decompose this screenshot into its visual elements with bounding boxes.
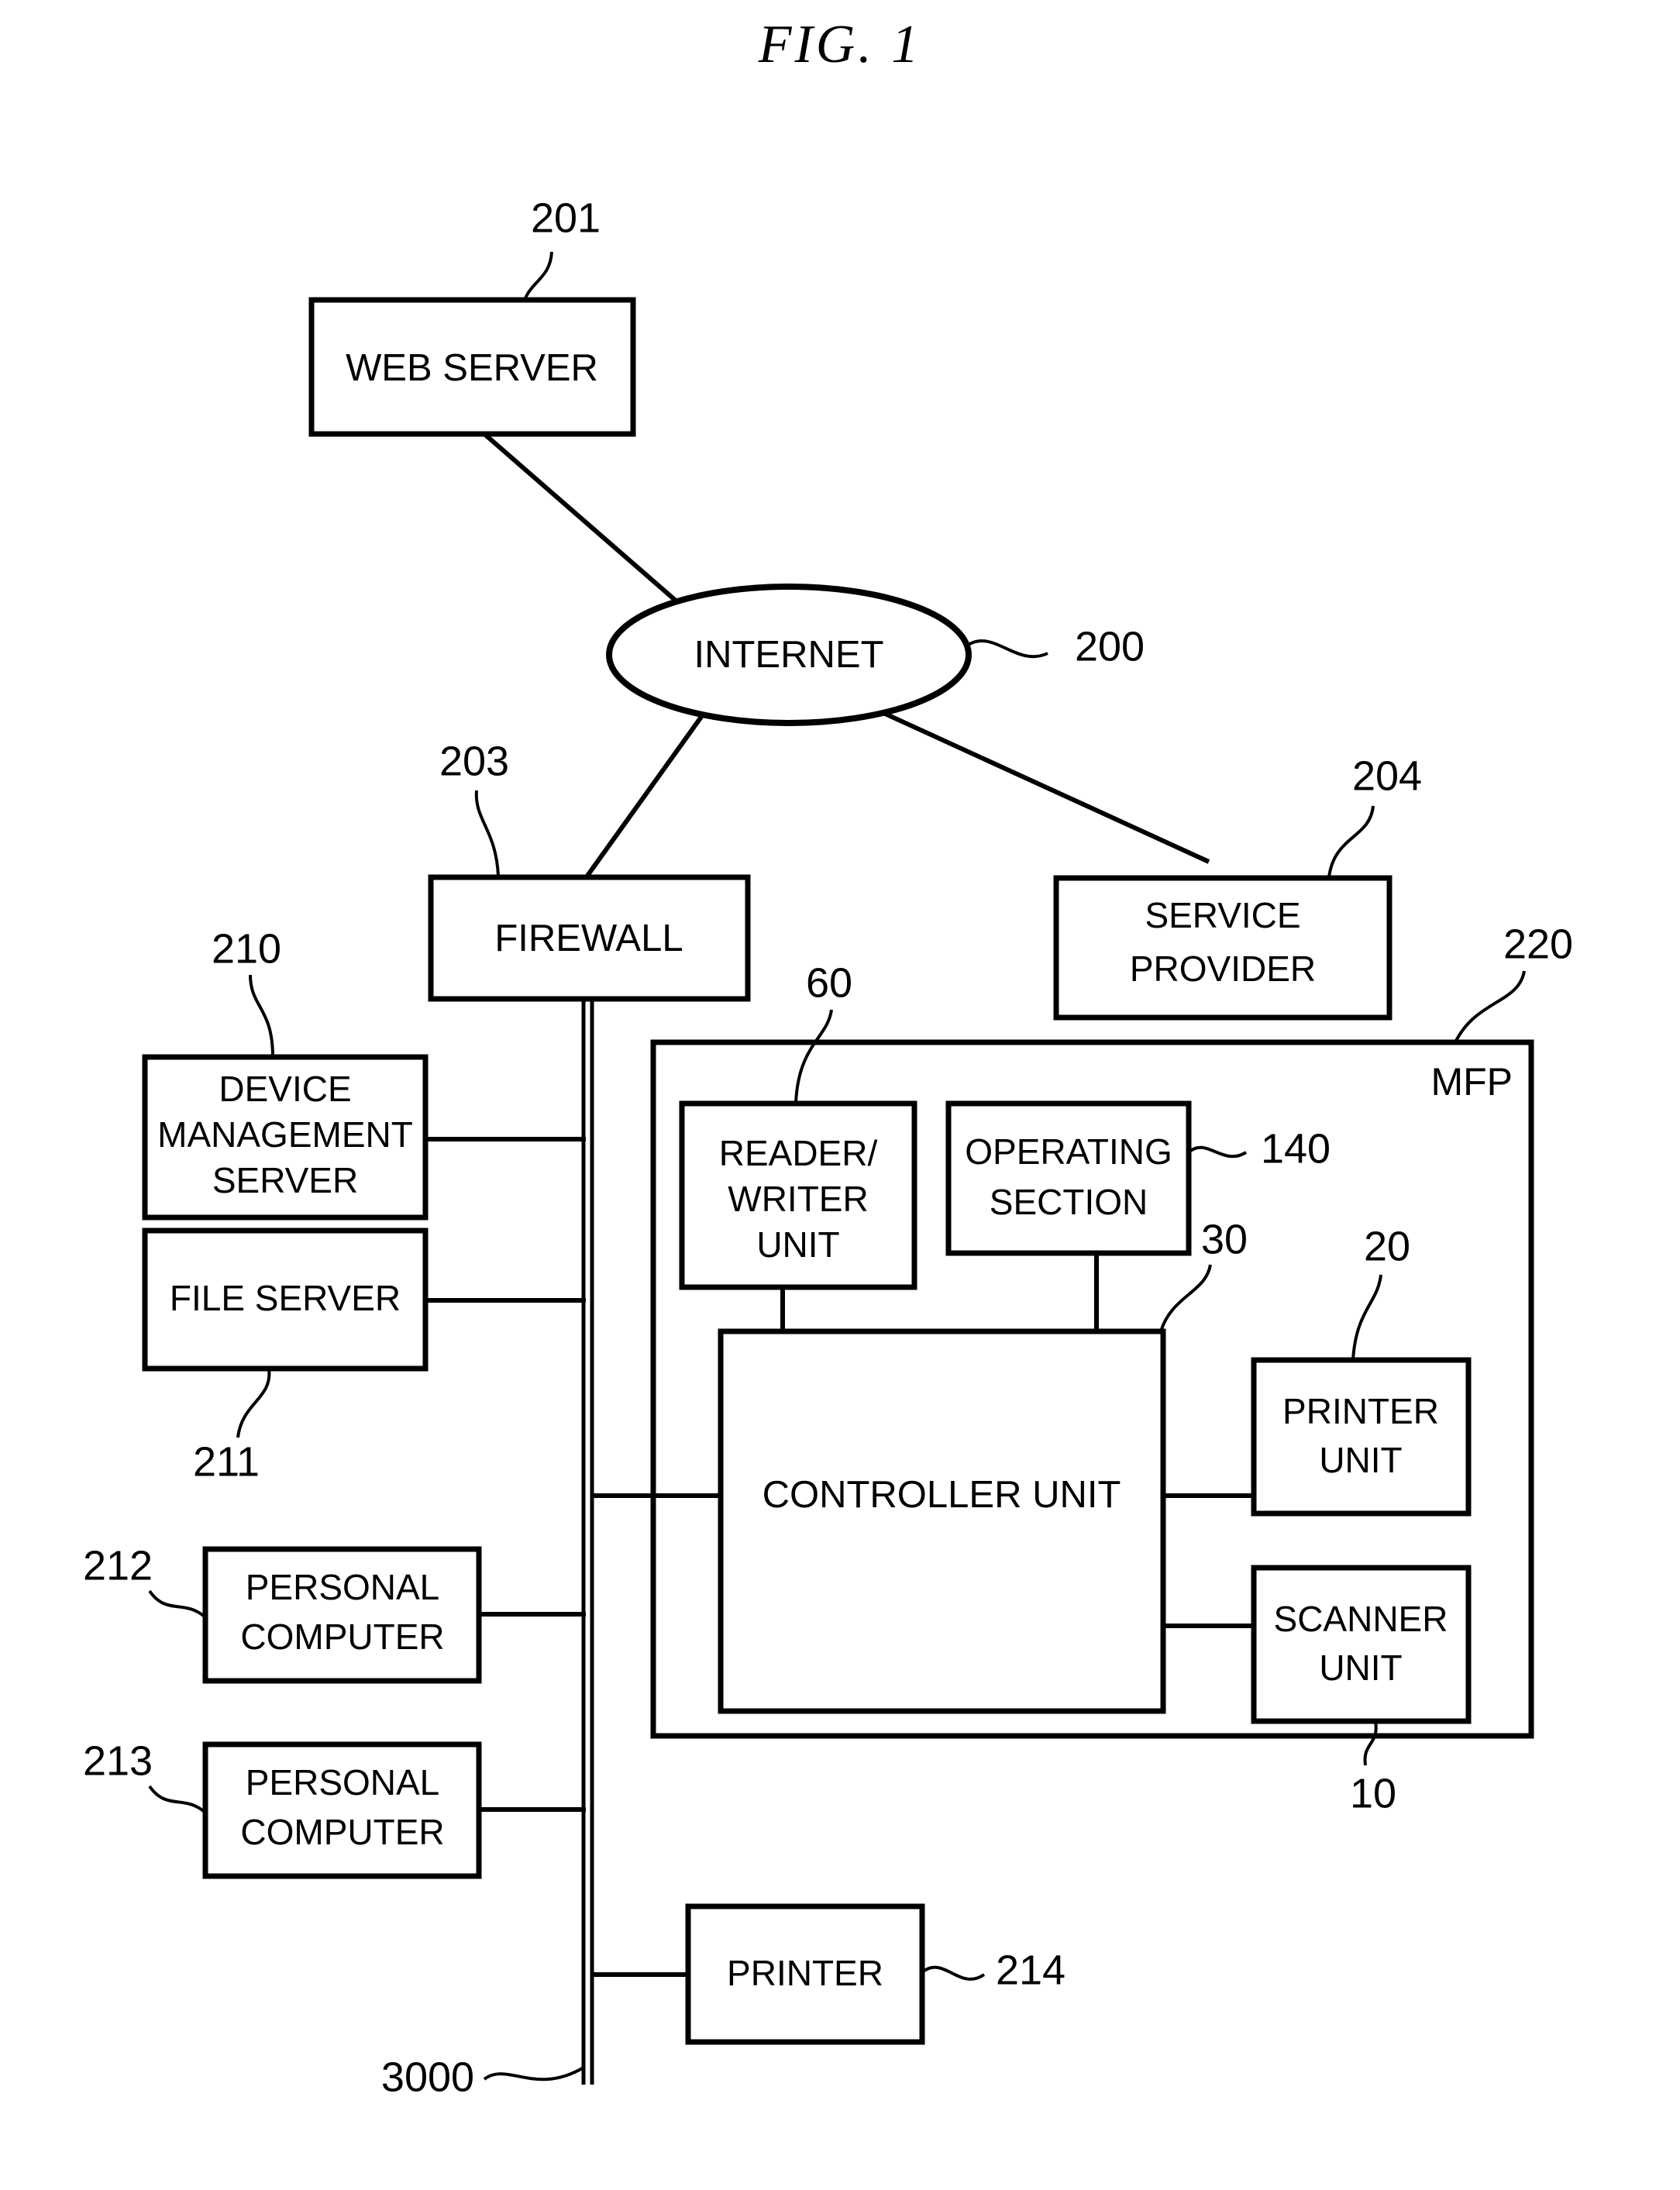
link-internet-to-firewall	[585, 715, 704, 877]
network-system-diagram: MFP WEB SERVER INTERNET FIREWALL SERVICE…	[83, 195, 1573, 2100]
node-printer-unit[interactable]: PRINTER UNIT	[1251, 1357, 1472, 1517]
node-personal-computer-2[interactable]: PERSONAL COMPUTER	[202, 1741, 482, 1879]
printer-unit-label-line2: UNIT	[1319, 1440, 1402, 1480]
ref-203: 203	[439, 738, 509, 876]
link-internet-to-service-provider	[882, 711, 1210, 864]
reader-writer-unit-label-line3: UNIT	[756, 1224, 839, 1265]
personal-computer-1-label-line1: PERSONAL	[246, 1567, 440, 1607]
firewall-label: FIREWALL	[494, 918, 683, 959]
web-server-label: WEB SERVER	[346, 347, 598, 389]
scanner-unit-label-line2: UNIT	[1319, 1648, 1402, 1688]
network-bus-3000	[581, 998, 594, 2085]
node-internet[interactable]: INTERNET	[606, 584, 972, 726]
personal-computer-2-label-line1: PERSONAL	[246, 1762, 440, 1803]
ref-3000-label: 3000	[381, 2054, 474, 2100]
device-management-server-label-line2: MANAGEMENT	[157, 1114, 413, 1155]
printer-label: PRINTER	[727, 1953, 883, 1993]
figure-root: FIG. 1 MFP WEB SERVER INTERNET FIREWALL …	[0, 0, 1680, 2190]
node-controller-unit[interactable]: CONTROLLER UNIT	[718, 1328, 1166, 1714]
ref-60: 60	[794, 959, 852, 1104]
node-scanner-unit[interactable]: SCANNER UNIT	[1251, 1565, 1472, 1724]
reader-writer-unit-label-line2: WRITER	[728, 1179, 868, 1219]
ref-10-label: 10	[1350, 1770, 1396, 1816]
node-service-provider[interactable]: SERVICE PROVIDER	[1053, 875, 1393, 1021]
internet-label: INTERNET	[694, 634, 884, 676]
node-firewall[interactable]: FIREWALL	[428, 874, 751, 1002]
ref-211-label: 211	[193, 1438, 260, 1485]
ref-204-label: 204	[1352, 752, 1422, 799]
operating-section-label-line1: OPERATING	[965, 1131, 1172, 1172]
ref-220-label: 220	[1503, 921, 1573, 967]
ref-201: 201	[522, 195, 601, 303]
personal-computer-2-label-line2: COMPUTER	[240, 1812, 444, 1852]
node-file-server[interactable]: FILE SERVER	[142, 1228, 429, 1372]
ref-210-label: 210	[212, 925, 281, 972]
file-server-label: FILE SERVER	[170, 1278, 401, 1318]
ref-204: 204	[1327, 752, 1422, 878]
ref-220: 220	[1454, 921, 1573, 1043]
ref-200: 200	[966, 623, 1145, 670]
ref-140-label: 140	[1261, 1125, 1331, 1172]
ref-212: 212	[83, 1542, 207, 1619]
node-web-server[interactable]: WEB SERVER	[308, 297, 636, 437]
ref-30-label: 30	[1201, 1216, 1248, 1262]
printer-unit-label-line1: PRINTER	[1282, 1391, 1439, 1431]
node-device-management-server[interactable]: DEVICE MANAGEMENT SERVER	[142, 1054, 429, 1221]
service-provider-label-line2: PROVIDER	[1130, 949, 1316, 989]
ref-212-label: 212	[83, 1542, 153, 1589]
ref-140: 140	[1187, 1125, 1331, 1172]
service-provider-label-line1: SERVICE	[1145, 895, 1300, 935]
node-reader-writer-unit[interactable]: READER/ WRITER UNIT	[679, 1100, 917, 1290]
device-management-server-label-line1: DEVICE	[219, 1069, 351, 1109]
personal-computer-1-label-line2: COMPUTER	[240, 1617, 444, 1657]
ref-213-label: 213	[83, 1737, 153, 1784]
ref-214: 214	[921, 1947, 1065, 1993]
ref-3000: 3000	[381, 2054, 585, 2100]
ref-214-label: 214	[996, 1947, 1065, 1993]
ref-210: 210	[212, 925, 281, 1058]
ref-200-label: 200	[1075, 623, 1145, 670]
mfp-label: MFP	[1430, 1060, 1513, 1104]
reader-writer-unit-label-line1: READER/	[719, 1133, 878, 1173]
node-printer[interactable]: PRINTER	[685, 1903, 925, 2045]
ref-60-label: 60	[806, 959, 852, 1006]
node-operating-section[interactable]: OPERATING SECTION	[945, 1100, 1192, 1256]
ref-203-label: 203	[439, 738, 509, 784]
ref-211: 211	[193, 1368, 271, 1485]
controller-unit-label: CONTROLLER UNIT	[763, 1474, 1121, 1516]
device-management-server-label-line3: SERVER	[212, 1160, 358, 1200]
ref-20-label: 20	[1364, 1223, 1410, 1269]
ref-20: 20	[1351, 1223, 1410, 1361]
ref-201-label: 201	[531, 195, 601, 241]
node-personal-computer-1[interactable]: PERSONAL COMPUTER	[202, 1546, 482, 1684]
scanner-unit-label-line1: SCANNER	[1274, 1599, 1448, 1639]
ref-213: 213	[83, 1737, 207, 1814]
operating-section-label-line2: SECTION	[990, 1182, 1148, 1222]
link-web-server-to-internet	[483, 432, 695, 618]
